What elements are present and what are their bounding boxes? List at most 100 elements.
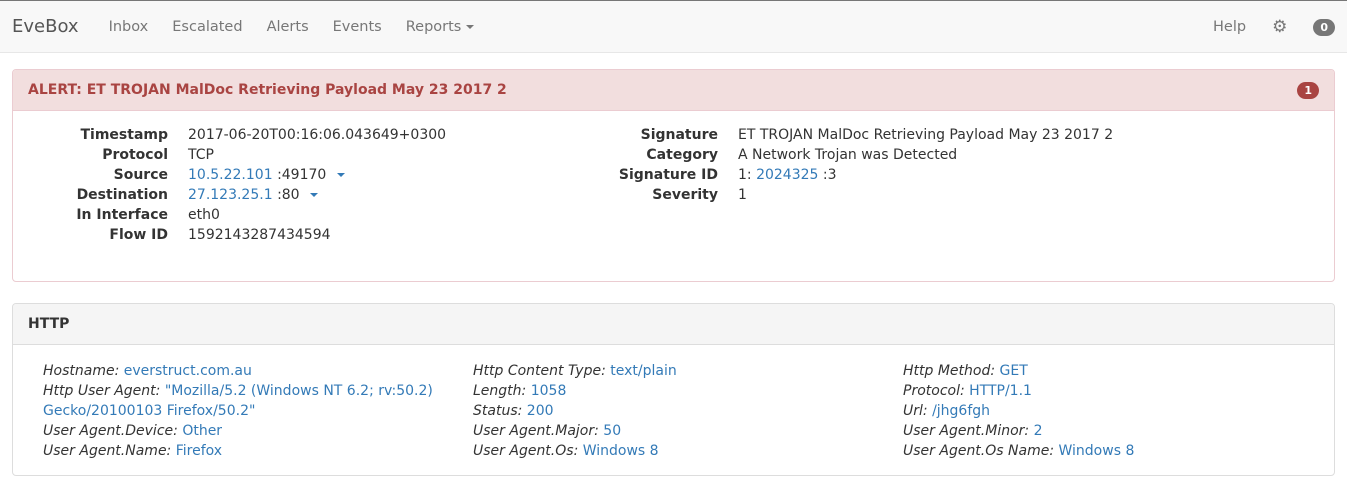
field-value[interactable]: Windows 8	[1059, 443, 1135, 459]
http-field: Http Method: GET	[903, 361, 1323, 381]
category-value[interactable]: A Network Trojan was Detected	[738, 147, 957, 163]
http-field: User Agent.Major: 50	[473, 421, 893, 441]
field-label: Http User Agent:	[43, 383, 161, 399]
field-label: Http Content Type:	[473, 363, 606, 379]
http-field: Hostname: everstruct.com.au	[43, 361, 463, 381]
alert-panel: ALERT: ET TROJAN MalDoc Retrieving Paylo…	[12, 69, 1335, 282]
protocol-label: Protocol	[102, 147, 168, 163]
help-link[interactable]: Help	[1213, 19, 1246, 35]
field-label: Http Method:	[903, 363, 996, 379]
severity-value: 1	[738, 187, 747, 203]
http-field: Length: 1058	[473, 381, 893, 401]
nav-alerts[interactable]: Alerts	[267, 19, 309, 35]
field-label: Length:	[473, 383, 527, 399]
timestamp-label: Timestamp	[80, 127, 168, 143]
field-label: User Agent.Os:	[473, 443, 579, 459]
http-panel: HTTP Hostname: everstruct.com.au Http Us…	[12, 303, 1335, 476]
http-column-3: Http Method: GET Protocol: HTTP/1.1 Url:…	[903, 361, 1323, 461]
gear-icon[interactable]: ⚙	[1272, 18, 1287, 36]
field-value[interactable]: everstruct.com.au	[124, 363, 252, 379]
field-value[interactable]: HTTP/1.1	[969, 383, 1032, 399]
notification-badge[interactable]: 0	[1313, 18, 1335, 36]
signature-id-row: Signature ID 1: 2024325 :3	[563, 165, 1113, 185]
source-value: 10.5.22.101 :49170	[188, 167, 345, 183]
nav-reports-dropdown[interactable]: Reports	[406, 19, 475, 35]
http-field: User Agent.Os Name: Windows 8	[903, 441, 1323, 461]
top-navbar: EveBox Inbox Escalated Alerts Events Rep…	[0, 1, 1347, 53]
source-dropdown-icon[interactable]	[336, 173, 345, 177]
field-label: Url:	[903, 403, 928, 419]
field-label: Status:	[473, 403, 523, 419]
signature-id-value: 1: 2024325 :3	[738, 167, 837, 183]
field-value[interactable]: /jhg6fgh	[932, 403, 990, 419]
timestamp-value[interactable]: 2017-06-20T00:16:06.043649+0300	[188, 127, 446, 143]
source-ip-link[interactable]: 10.5.22.101	[188, 167, 273, 183]
http-field: User Agent.Name: Firefox	[43, 441, 463, 461]
field-value[interactable]: 1058	[531, 383, 567, 399]
in-interface-label: In Interface	[76, 207, 168, 223]
field-value[interactable]: 200	[527, 403, 554, 419]
field-value[interactable]: 50	[603, 423, 621, 439]
http-field: User Agent.Device: Other	[43, 421, 463, 441]
http-column-2: Http Content Type: text/plain Length: 10…	[473, 361, 893, 461]
alert-details-left: Timestamp 2017-06-20T00:16:06.043649+030…	[13, 125, 446, 245]
alert-panel-heading: ALERT: ET TROJAN MalDoc Retrieving Paylo…	[13, 70, 1334, 111]
field-value[interactable]: Other	[182, 423, 222, 439]
brand-link[interactable]: EveBox	[12, 16, 79, 37]
http-field: Http User Agent: "Mozilla/5.2 (Windows N…	[43, 381, 463, 421]
alert-title: ALERT: ET TROJAN MalDoc Retrieving Paylo…	[28, 82, 507, 98]
category-label: Category	[646, 147, 718, 163]
timestamp-row: Timestamp 2017-06-20T00:16:06.043649+030…	[13, 125, 446, 145]
signature-id-label: Signature ID	[618, 167, 718, 183]
field-label: User Agent.Major:	[473, 423, 599, 439]
http-field: User Agent.Os: Windows 8	[473, 441, 893, 461]
protocol-row: Protocol TCP	[13, 145, 446, 165]
field-label: Protocol:	[903, 383, 965, 399]
nav-escalated[interactable]: Escalated	[172, 19, 242, 35]
http-panel-heading: HTTP	[13, 304, 1334, 345]
field-label: User Agent.Device:	[43, 423, 178, 439]
in-interface-row: In Interface eth0	[13, 205, 446, 225]
http-field: Http Content Type: text/plain	[473, 361, 893, 381]
nav-events[interactable]: Events	[333, 19, 382, 35]
destination-label: Destination	[76, 187, 168, 203]
signature-label: Signature	[640, 127, 718, 143]
field-label: User Agent.Os Name:	[903, 443, 1055, 459]
destination-dropdown-icon[interactable]	[310, 193, 319, 197]
http-field: Url: /jhg6fgh	[903, 401, 1323, 421]
field-value[interactable]: 2	[1034, 423, 1043, 439]
field-value[interactable]: text/plain	[610, 363, 676, 379]
nav-inbox[interactable]: Inbox	[109, 19, 149, 35]
field-value[interactable]: GET	[1000, 363, 1028, 379]
signature-value[interactable]: ET TROJAN MalDoc Retrieving Payload May …	[738, 127, 1113, 143]
severity-label: Severity	[652, 187, 718, 203]
alert-details: Timestamp 2017-06-20T00:16:06.043649+030…	[13, 111, 1334, 281]
field-value[interactable]: Firefox	[176, 443, 222, 459]
flow-id-row: Flow ID 1592143287434594	[13, 225, 446, 245]
field-label: User Agent.Name:	[43, 443, 172, 459]
http-field: Protocol: HTTP/1.1	[903, 381, 1323, 401]
http-column-1: Hostname: everstruct.com.au Http User Ag…	[43, 361, 463, 461]
field-label: Hostname:	[43, 363, 120, 379]
destination-port: :80	[277, 187, 300, 203]
signature-row: Signature ET TROJAN MalDoc Retrieving Pa…	[563, 125, 1114, 145]
field-value[interactable]: Windows 8	[583, 443, 659, 459]
alert-details-right: Signature ET TROJAN MalDoc Retrieving Pa…	[563, 125, 1113, 205]
sid-link[interactable]: 2024325	[756, 167, 818, 183]
source-port: :49170	[277, 167, 327, 183]
alert-count-badge: 1	[1297, 82, 1319, 99]
sid-suffix: :3	[822, 167, 837, 183]
field-label: User Agent.Minor:	[903, 423, 1030, 439]
category-row: Category A Network Trojan was Detected	[563, 145, 1113, 165]
flow-id-value[interactable]: 1592143287434594	[188, 227, 331, 243]
destination-ip-link[interactable]: 27.123.25.1	[188, 187, 273, 203]
protocol-value: TCP	[188, 147, 214, 163]
in-interface-value: eth0	[188, 207, 220, 223]
chevron-down-icon	[466, 24, 475, 29]
severity-row: Severity 1	[563, 185, 1113, 205]
source-row: Source 10.5.22.101 :49170	[13, 165, 446, 185]
destination-row: Destination 27.123.25.1 :80	[13, 185, 446, 205]
nav-right: Help ⚙ 0	[1213, 1, 1335, 53]
sid-prefix: 1:	[738, 167, 752, 183]
http-field: User Agent.Minor: 2	[903, 421, 1323, 441]
